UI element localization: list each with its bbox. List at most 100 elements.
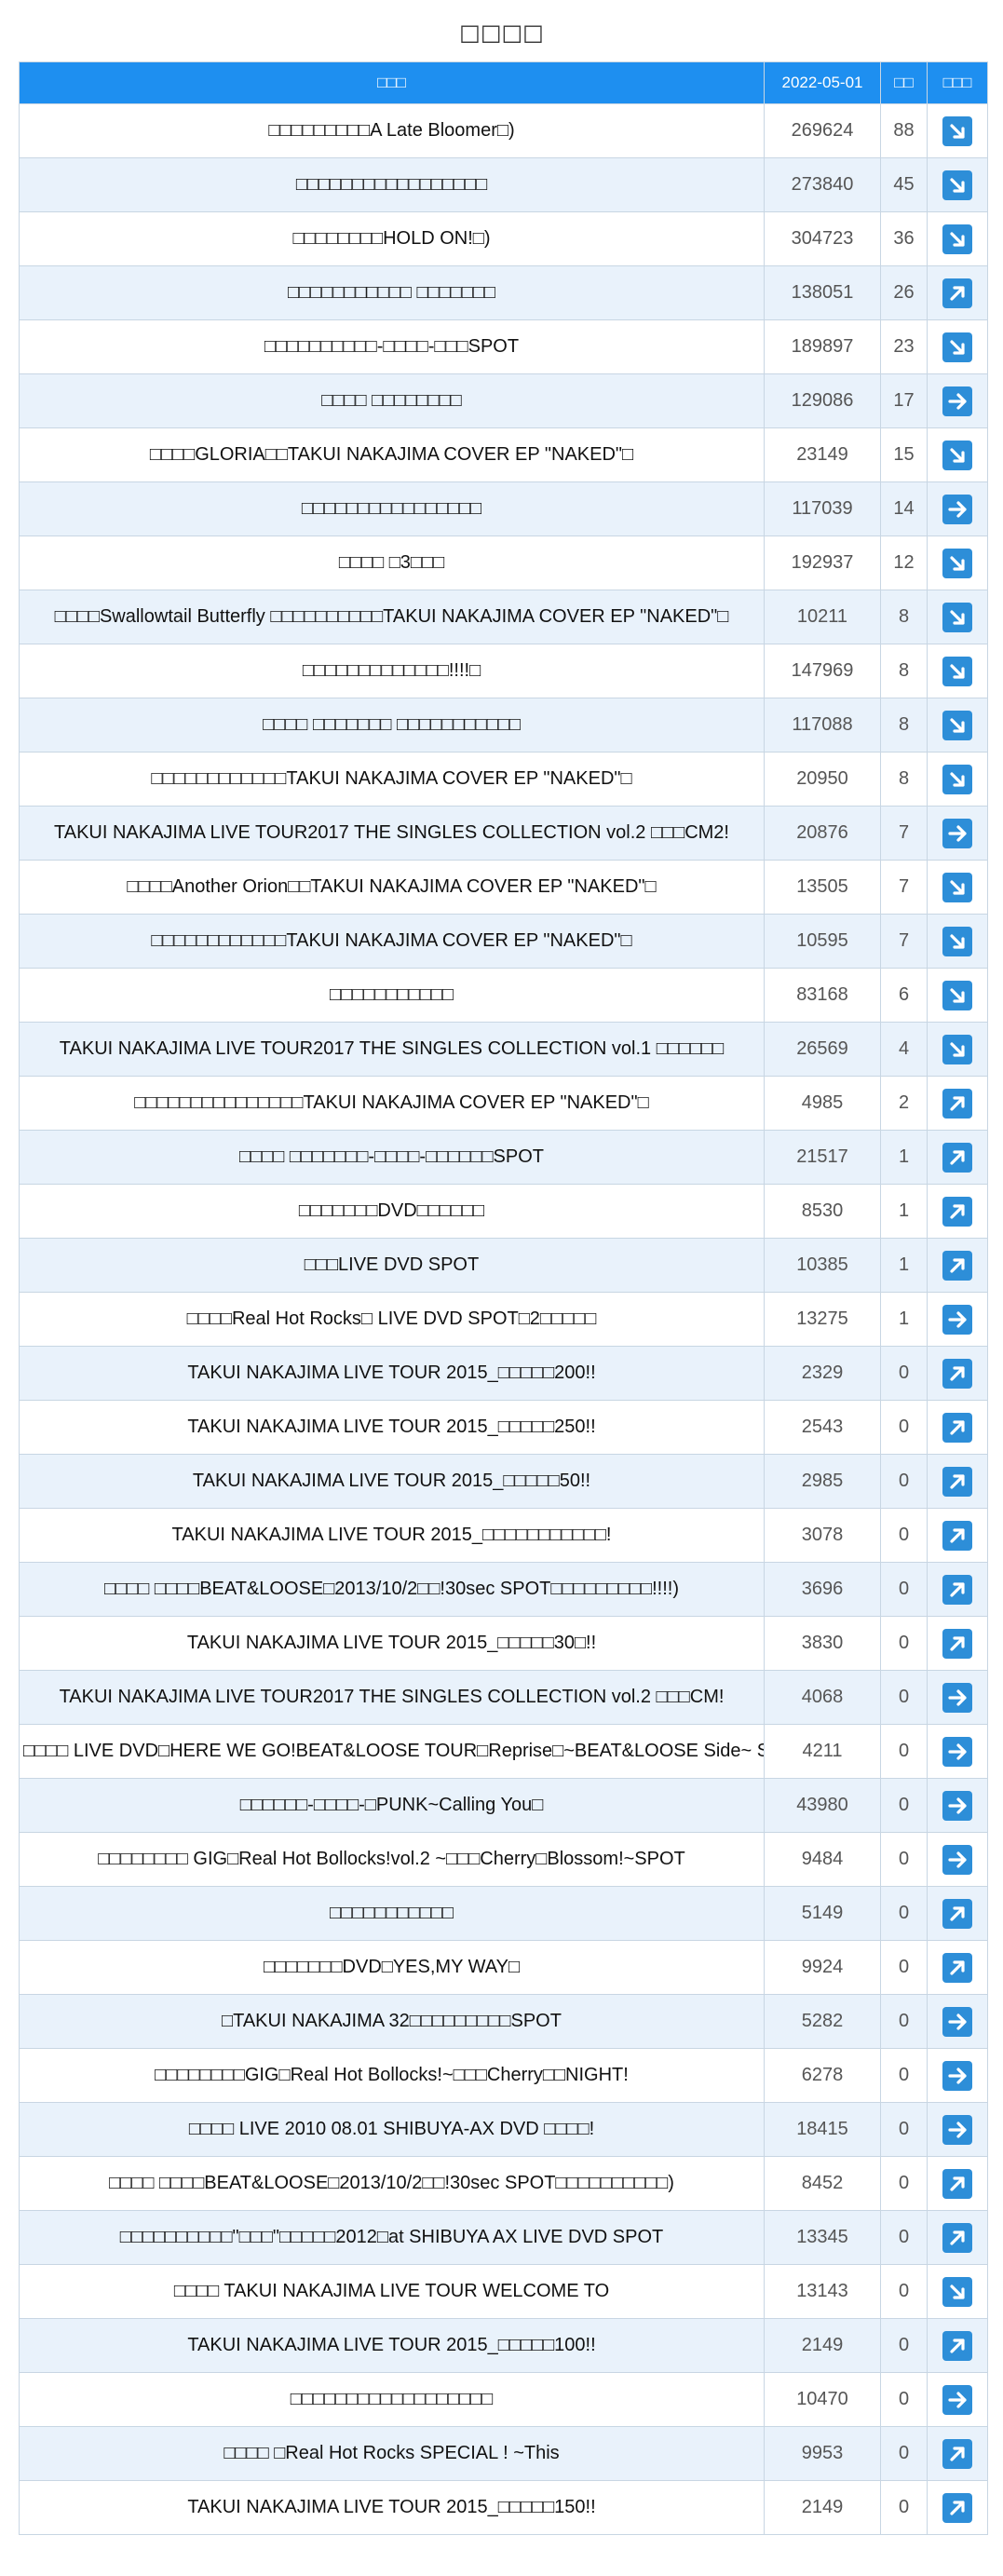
table-row[interactable]: □□□□ □□□□□□□-□□□□-□□□□□□SPOT 21517 1: [19, 1130, 988, 1185]
trend-cell: [927, 914, 988, 969]
table-row[interactable]: □□□□□□□□ GIG□Real Hot Bollocks!vol.2 ~□□…: [19, 1832, 988, 1887]
video-title-cell[interactable]: □□□□□□□□GIG□Real Hot Bollocks!~□□□Cherry…: [19, 2048, 765, 2103]
video-title-cell[interactable]: □□□□Real Hot Rocks□ LIVE DVD SPOT□2□□□□□: [19, 1292, 765, 1347]
video-title-cell[interactable]: □□□LIVE DVD SPOT: [19, 1238, 765, 1293]
table-row[interactable]: □□□□Swallowtail Butterfly □□□□□□□□□□TAKU…: [19, 590, 988, 644]
video-title-cell[interactable]: □□□□□□□□□□□□□□□□□: [19, 157, 765, 212]
table-row[interactable]: □□□□ □□□□BEAT&LOOSE□2013/10/2□□!30sec SP…: [19, 1562, 988, 1617]
video-title-cell[interactable]: TAKUI NAKAJIMA LIVE TOUR 2015_□□□□□150!!: [19, 2480, 765, 2535]
table-row[interactable]: TAKUI NAKAJIMA LIVE TOUR2017 THE SINGLES…: [19, 1670, 988, 1725]
table-row[interactable]: TAKUI NAKAJIMA LIVE TOUR 2015_□□□□□50!! 2…: [19, 1454, 988, 1509]
video-title-cell[interactable]: TAKUI NAKAJIMA LIVE TOUR2017 THE SINGLES…: [19, 1670, 765, 1725]
table-row[interactable]: □□□□□□□□□A Late Bloomer□) 269624 88: [19, 103, 988, 158]
view-count-cell: 5149: [764, 1886, 881, 1941]
table-row[interactable]: □□□□□□□□□□□ 5149 0: [19, 1886, 988, 1941]
table-row[interactable]: □□□□□□-□□□□-□PUNK~Calling You□ 43980 0: [19, 1778, 988, 1833]
table-row[interactable]: □□□□□□□□GIG□Real Hot Bollocks!~□□□Cherry…: [19, 2048, 988, 2103]
video-title-cell[interactable]: □□□□□□□□□□□□□□□□: [19, 481, 765, 536]
table-row[interactable]: □□□□Real Hot Rocks□ LIVE DVD SPOT□2□□□□□…: [19, 1292, 988, 1347]
table-row[interactable]: TAKUI NAKAJIMA LIVE TOUR 2015_□□□□□200!!…: [19, 1346, 988, 1401]
video-title-cell[interactable]: □□□□□□□□□□□□□!!!!□: [19, 644, 765, 698]
trend-right-arrow-icon: [942, 494, 972, 524]
table-row[interactable]: □□□□□□□□□□□□□□□□ 117039 14: [19, 481, 988, 536]
video-title-cell[interactable]: □□□□□□-□□□□-□PUNK~Calling You□: [19, 1778, 765, 1833]
video-title-cell[interactable]: TAKUI NAKAJIMA LIVE TOUR2017 THE SINGLES…: [19, 806, 765, 861]
video-title-cell[interactable]: □□□□□□□□□□□ □□□□□□□: [19, 265, 765, 320]
video-title-cell[interactable]: □□□□□□□□ GIG□Real Hot Bollocks!vol.2 ~□□…: [19, 1832, 765, 1887]
video-title-cell[interactable]: □□□□ □□□□□□□□: [19, 373, 765, 428]
table-row[interactable]: □□□□□□□□□□□ 83168 6: [19, 968, 988, 1023]
table-row[interactable]: □□□□ □□□□□□□ □□□□□□□□□□□ 117088 8: [19, 698, 988, 752]
table-row[interactable]: □□□□ □Real Hot Rocks SPECIAL ! ~This 9953…: [19, 2426, 988, 2481]
table-row[interactable]: TAKUI NAKAJIMA LIVE TOUR2017 THE SINGLES…: [19, 806, 988, 861]
table-row[interactable]: TAKUI NAKAJIMA LIVE TOUR 2015_□□□□□150!!…: [19, 2480, 988, 2535]
table-row[interactable]: □□□□ □□□□□□□□ 129086 17: [19, 373, 988, 428]
table-row[interactable]: □□□□ LIVE DVD□HERE WE GO!BEAT&LOOSE TOUR…: [19, 1724, 988, 1779]
table-row[interactable]: □□□□□□□□□□□ □□□□□□□ 138051 26: [19, 265, 988, 320]
video-title-cell[interactable]: □□□□ □Real Hot Rocks SPECIAL ! ~This: [19, 2426, 765, 2481]
video-title-cell[interactable]: □□□□□□□□□□□□TAKUI NAKAJIMA COVER EP "NAK…: [19, 752, 765, 807]
video-title-cell[interactable]: TAKUI NAKAJIMA LIVE TOUR 2015_□□□□□250!!: [19, 1400, 765, 1455]
table-row[interactable]: □□□□□□□□□□□□□□□□□□ 10470 0: [19, 2372, 988, 2427]
video-title-cell[interactable]: □□□□□□□□HOLD ON!□): [19, 211, 765, 266]
table-row[interactable]: □□□□□□□□□□□□TAKUI NAKAJIMA COVER EP "NAK…: [19, 752, 988, 807]
column-header-trend[interactable]: □□□: [927, 61, 988, 104]
video-title-cell[interactable]: □□□□Another Orion□□TAKUI NAKAJIMA COVER …: [19, 860, 765, 915]
video-title-cell[interactable]: TAKUI NAKAJIMA LIVE TOUR 2015_□□□□□50!!: [19, 1454, 765, 1509]
table-row[interactable]: □□□□□□□□□□□□□□□□□ 273840 45: [19, 157, 988, 212]
trend-cell: [927, 1400, 988, 1455]
column-header-date[interactable]: 2022-05-01: [764, 61, 881, 104]
video-title-cell[interactable]: □□□□□□□□□□□: [19, 968, 765, 1023]
table-row[interactable]: □□□□□□□□□□-□□□□-□□□SPOT 189897 23: [19, 319, 988, 374]
table-row[interactable]: □□□□ LIVE 2010 08.01 SHIBUYA-AX DVD □□□□…: [19, 2102, 988, 2157]
table-row[interactable]: □□□□GLORIA□□TAKUI NAKAJIMA COVER EP "NAK…: [19, 427, 988, 482]
video-title-cell[interactable]: □□□□ □□□□BEAT&LOOSE□2013/10/2□□!30sec SP…: [19, 1562, 765, 1617]
video-title-cell[interactable]: □TAKUI NAKAJIMA 32□□□□□□□□□SPOT: [19, 1994, 765, 2049]
video-title-cell[interactable]: TAKUI NAKAJIMA LIVE TOUR 2015_□□□□□□□□□□…: [19, 1508, 765, 1563]
table-row[interactable]: □□□□ □□□□BEAT&LOOSE□2013/10/2□□!30sec SP…: [19, 2156, 988, 2211]
video-title-cell[interactable]: TAKUI NAKAJIMA LIVE TOUR 2015_□□□□□30□!!: [19, 1616, 765, 1671]
video-title-cell[interactable]: □□□□□□□□□A Late Bloomer□): [19, 103, 765, 158]
video-title-cell[interactable]: □□□□Swallowtail Butterfly □□□□□□□□□□TAKU…: [19, 590, 765, 644]
video-title-cell[interactable]: □□□□ LIVE 2010 08.01 SHIBUYA-AX DVD □□□□…: [19, 2102, 765, 2157]
table-row[interactable]: □□□□□□□□□□□□□□□TAKUI NAKAJIMA COVER EP "…: [19, 1076, 988, 1131]
table-row[interactable]: □□□□□□□□□□□□TAKUI NAKAJIMA COVER EP "NAK…: [19, 914, 988, 969]
video-title-cell[interactable]: □□□□ TAKUI NAKAJIMA LIVE TOUR WELCOME TO: [19, 2264, 765, 2319]
video-title-cell[interactable]: □□□□□□□DVD□YES,MY WAY□: [19, 1940, 765, 1995]
table-row[interactable]: □□□□Another Orion□□TAKUI NAKAJIMA COVER …: [19, 860, 988, 915]
video-title-cell[interactable]: TAKUI NAKAJIMA LIVE TOUR 2015_□□□□□200!!: [19, 1346, 765, 1401]
column-header-title[interactable]: □□□: [19, 61, 765, 104]
video-title-cell[interactable]: □□□□ □□□□□□□ □□□□□□□□□□□: [19, 698, 765, 752]
video-title-cell[interactable]: TAKUI NAKAJIMA LIVE TOUR 2015_□□□□□100!!: [19, 2318, 765, 2373]
video-title-cell[interactable]: □□□□ □3□□□: [19, 536, 765, 590]
column-header-change[interactable]: □□: [880, 61, 928, 104]
video-title-cell[interactable]: □□□□□□□DVD□□□□□□: [19, 1184, 765, 1239]
table-row[interactable]: □□□□ TAKUI NAKAJIMA LIVE TOUR WELCOME TO…: [19, 2264, 988, 2319]
video-title-cell[interactable]: □□□□ □□□□□□□-□□□□-□□□□□□SPOT: [19, 1130, 765, 1185]
table-row[interactable]: □□□□□□□□HOLD ON!□) 304723 36: [19, 211, 988, 266]
table-row[interactable]: □□□□□□□DVD□□□□□□ 8530 1: [19, 1184, 988, 1239]
video-title-cell[interactable]: □□□□□□□□□□□□□□□□□□: [19, 2372, 765, 2427]
video-title-cell[interactable]: □□□□□□□□□□-□□□□-□□□SPOT: [19, 319, 765, 374]
video-title-cell[interactable]: TAKUI NAKAJIMA LIVE TOUR2017 THE SINGLES…: [19, 1022, 765, 1077]
change-count-cell: 23: [880, 319, 928, 374]
table-row[interactable]: TAKUI NAKAJIMA LIVE TOUR 2015_□□□□□□□□□□…: [19, 1508, 988, 1563]
video-title-cell[interactable]: □□□□ □□□□BEAT&LOOSE□2013/10/2□□!30sec SP…: [19, 2156, 765, 2211]
table-row[interactable]: □□□□□□□□□□□□□!!!!□ 147969 8: [19, 644, 988, 698]
video-title-cell[interactable]: □□□□GLORIA□□TAKUI NAKAJIMA COVER EP "NAK…: [19, 427, 765, 482]
table-row[interactable]: TAKUI NAKAJIMA LIVE TOUR 2015_□□□□□250!!…: [19, 1400, 988, 1455]
table-row[interactable]: TAKUI NAKAJIMA LIVE TOUR 2015_□□□□□100!!…: [19, 2318, 988, 2373]
table-row[interactable]: □□□□ □3□□□ 192937 12: [19, 536, 988, 590]
video-title-cell[interactable]: □□□□□□□□□□□: [19, 1886, 765, 1941]
table-row[interactable]: □□□□□□□DVD□YES,MY WAY□ 9924 0: [19, 1940, 988, 1995]
video-title-cell[interactable]: □□□□ LIVE DVD□HERE WE GO!BEAT&LOOSE TOUR…: [19, 1724, 765, 1779]
table-row[interactable]: □□□LIVE DVD SPOT 10385 1: [19, 1238, 988, 1293]
table-row[interactable]: □TAKUI NAKAJIMA 32□□□□□□□□□SPOT 5282 0: [19, 1994, 988, 2049]
table-row[interactable]: □□□□□□□□□□"□□□"□□□□□2012□at SHIBUYA AX L…: [19, 2210, 988, 2265]
video-title-cell[interactable]: □□□□□□□□□□□□□□□TAKUI NAKAJIMA COVER EP "…: [19, 1076, 765, 1131]
video-title-cell[interactable]: □□□□□□□□□□"□□□"□□□□□2012□at SHIBUYA AX L…: [19, 2210, 765, 2265]
table-row[interactable]: TAKUI NAKAJIMA LIVE TOUR 2015_□□□□□30□!!…: [19, 1616, 988, 1671]
table-row[interactable]: TAKUI NAKAJIMA LIVE TOUR2017 THE SINGLES…: [19, 1022, 988, 1077]
video-title-cell[interactable]: □□□□□□□□□□□□TAKUI NAKAJIMA COVER EP "NAK…: [19, 914, 765, 969]
change-count-cell: 7: [880, 860, 928, 915]
